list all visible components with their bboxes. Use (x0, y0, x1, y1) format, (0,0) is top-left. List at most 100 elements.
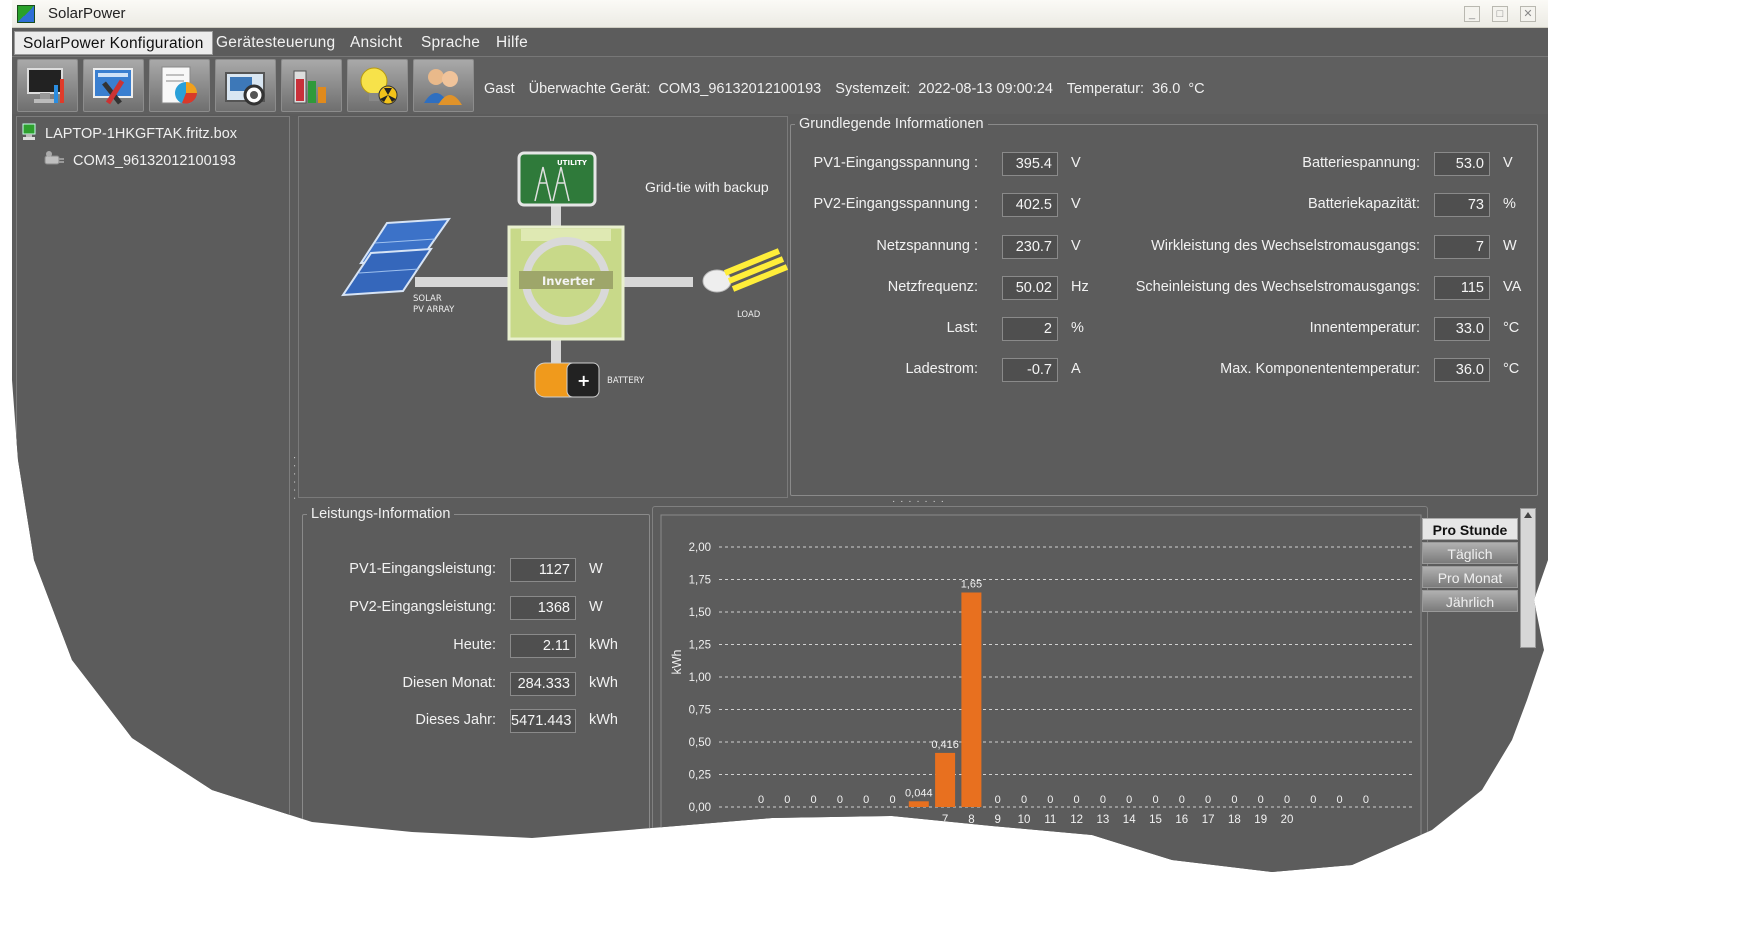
bar-value-label: 1,65 (961, 579, 982, 591)
menu-solarpower-konfiguration[interactable]: SolarPower Konfiguration (14, 31, 213, 55)
energy-chart-panel: 0,00 0,25 0,50 0,75 1,00 1,25 1,50 1,75 2,00 kWh 0… (652, 506, 1428, 872)
bar-value-label: 0,044 (905, 787, 933, 799)
basic-right-value: 73 (1434, 193, 1490, 217)
computer-icon (22, 123, 36, 140)
utility-label: UTILITY (557, 159, 588, 167)
vertical-scrollbar[interactable] (1520, 508, 1536, 648)
battery-label: BATTERY (607, 376, 645, 386)
svg-text:+: + (577, 371, 590, 390)
basic-right-label: Batteriespannung: (1302, 155, 1420, 171)
basic-right-label: Max. Komponententemperatur: (1220, 361, 1420, 377)
pv-array-label: PV ARRAY (413, 305, 455, 315)
bar-value-label: 0 (1047, 794, 1053, 806)
basic-left-value: 50.02 (1002, 276, 1058, 300)
bar-value-label: 0 (1258, 794, 1264, 806)
diagram-graphic: SOLAR PV ARRAY UTILITY Inverter LOAD + B… (341, 151, 789, 398)
basic-left-unit: V (1071, 155, 1081, 171)
energy-bulb-button[interactable] (347, 59, 408, 112)
tree-node-device[interactable]: COM3_96132012100193 (43, 150, 236, 169)
basic-info-title: Grundlegende Informationen (799, 116, 984, 132)
power-unit: W (589, 599, 603, 615)
app-window: SolarPower _ □ ✕ SolarPower Konfiguratio… (12, 0, 1548, 872)
period-daily-button[interactable]: Täglich (1422, 542, 1518, 564)
bar-value-label: 0 (1205, 794, 1211, 806)
bar-value-label: 0 (889, 794, 895, 806)
basic-left-label: Last: (946, 320, 978, 336)
basic-right-label: Scheinleistung des Wechselstromausgangs: (1135, 279, 1420, 295)
battery-chart-button[interactable] (281, 59, 342, 112)
basic-right-value: 7 (1434, 235, 1490, 259)
tree-node-host[interactable]: LAPTOP-1HKGFTAK.fritz.box (21, 123, 237, 142)
title-bar: SolarPower _ □ ✕ (12, 0, 1548, 28)
bar-value-label: 0 (784, 794, 790, 806)
y-tick-label: 0,75 (689, 705, 711, 717)
load-bulb-icon (702, 248, 789, 293)
menu-hilfe[interactable]: Hilfe (488, 31, 536, 55)
device-tree: LAPTOP-1HKGFTAK.fritz.box COM3_961320121… (16, 116, 290, 872)
power-value: 284.333 (510, 672, 576, 696)
period-hourly-button[interactable]: Pro Stunde (1422, 518, 1518, 540)
menu-sprache[interactable]: Sprache (413, 31, 488, 55)
y-tick-label: 1,50 (689, 607, 711, 619)
menu-ansicht[interactable]: Ansicht (342, 31, 410, 55)
basic-left-value: 402.5 (1002, 193, 1058, 217)
basic-right-label: Innentemperatur: (1309, 320, 1420, 336)
battery-chart-icon (293, 70, 326, 104)
basic-right-unit: °C (1503, 361, 1520, 377)
window-title: SolarPower (48, 5, 126, 22)
users-button[interactable] (413, 59, 474, 112)
power-unit: kWh (589, 637, 618, 653)
device-settings-button[interactable] (83, 59, 144, 112)
monitor-button[interactable] (17, 59, 78, 112)
system-time: 2022-08-13 09:00:24 (918, 81, 1053, 97)
basic-left-unit: V (1071, 196, 1081, 212)
basic-left-label: Netzfrequenz: (887, 279, 978, 295)
basic-left-label: Netzspannung : (876, 238, 978, 254)
y-tick-label: 1,75 (689, 575, 711, 587)
basic-left-value: 2 (1002, 317, 1058, 341)
basic-left-unit: Hz (1071, 279, 1089, 295)
x-tick-label: 11 (1044, 814, 1056, 826)
users-icon (424, 69, 462, 105)
scroll-up-icon[interactable] (1524, 512, 1532, 518)
load-label: LOAD (737, 310, 761, 320)
x-tick-label: 9 (994, 814, 1000, 826)
maximize-icon[interactable]: □ (1492, 6, 1508, 22)
basic-info-group: Grundlegende Informationen (790, 116, 1538, 496)
toolbar: Gast Überwachte Gerät: COM3_961320121001… (12, 56, 1548, 114)
battery-icon: + (534, 362, 600, 398)
x-tick-label: 15 (1149, 814, 1162, 826)
basic-right-unit: W (1503, 238, 1517, 254)
power-value: 1368 (510, 596, 576, 620)
x-tick-label: 20 (1281, 814, 1294, 826)
report-icon (161, 66, 197, 104)
close-icon[interactable]: ✕ (1520, 6, 1536, 22)
minimize-icon[interactable]: _ (1464, 6, 1480, 22)
bar-value-label: 0 (1074, 794, 1080, 806)
power-value: 2.11 (510, 634, 576, 658)
report-button[interactable] (149, 59, 210, 112)
camera-button[interactable] (215, 59, 276, 112)
bar-value-label: 0 (1310, 794, 1316, 806)
y-tick-label: 1,25 (689, 640, 711, 652)
basic-left-value: 230.7 (1002, 235, 1058, 259)
system-time-label: Systemzeit: (835, 81, 911, 97)
period-monthly-button[interactable]: Pro Monat (1422, 566, 1518, 588)
basic-right-value: 33.0 (1434, 317, 1490, 341)
basic-right-unit: % (1503, 196, 1516, 212)
basic-left-unit: % (1071, 320, 1084, 336)
x-tick-label: 12 (1070, 814, 1083, 826)
x-tick-label: 19 (1254, 814, 1267, 826)
x-tick-label: 7 (942, 814, 948, 826)
x-tick-label: 14 (1123, 814, 1136, 826)
system-diagram: Grid-tie with backup SOLAR PV ARRAY UTIL… (298, 116, 789, 498)
basic-left-label: Ladestrom: (905, 361, 978, 377)
basic-left-value: 395.4 (1002, 152, 1058, 176)
bar-value-label: 0 (1231, 794, 1237, 806)
y-tick-label: 0,25 (689, 770, 711, 782)
y-axis-label: kWh (670, 649, 684, 674)
period-yearly-button[interactable]: Jährlich (1422, 590, 1518, 612)
camera-icon (225, 72, 265, 106)
x-tick-label: 8 (968, 814, 974, 826)
menu-geraetesteuerung[interactable]: Gerätesteuerung (208, 31, 343, 55)
